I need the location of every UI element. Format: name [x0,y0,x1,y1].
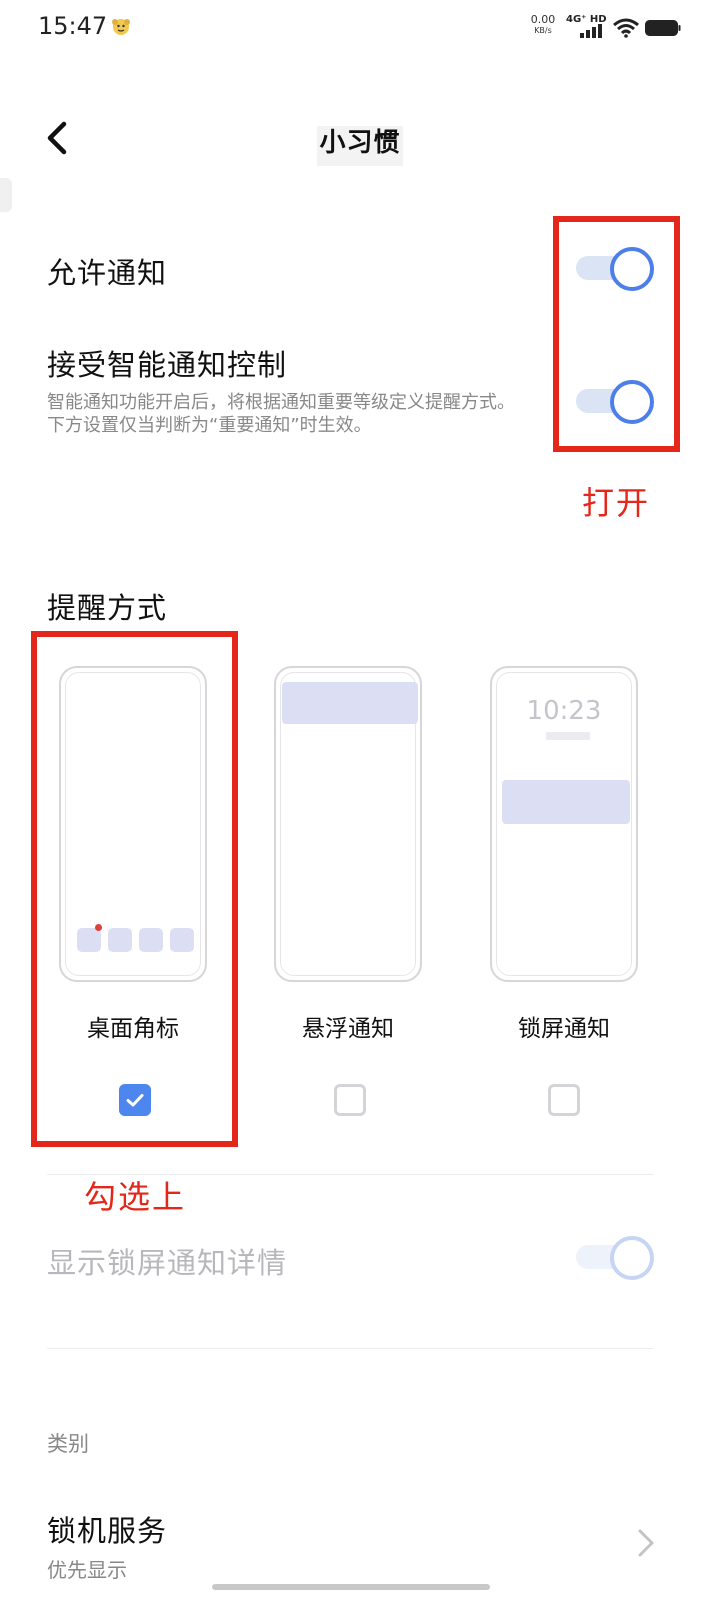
page-title-text: 小习惯 [317,126,403,166]
chevron-right-icon[interactable] [634,1525,658,1561]
annotation-box-badge [31,631,238,1147]
smart-control-description: 智能通知功能开启后，将根据通知重要等级定义提醒方式。下方设置仅当判断为“重要通知… [47,392,515,436]
annotation-open-text: 打开 [582,484,651,522]
option-label-lockscreen: 锁屏通知 [518,1016,610,1042]
side-edge-handle[interactable] [0,178,12,212]
page-title: 小习惯 [0,122,720,166]
lock-date [546,732,590,740]
divider [47,1174,653,1175]
annotation-box-toggles [553,216,680,452]
toggle-knob [610,1236,654,1280]
net-speed: 0.00 KB/s [528,14,558,36]
checkbox-lockscreen[interactable] [548,1084,580,1116]
lockscreen-banner [502,780,630,824]
lock-time: 10:23 [526,696,602,726]
reminder-section-title: 提醒方式 [47,591,168,625]
annotation-check-text: 勾选上 [84,1178,187,1216]
lockscreen-details-toggle[interactable] [576,1236,654,1280]
divider [47,1348,653,1349]
net-speed-unit: KB/s [534,26,552,35]
sheep-emoji-icon [112,19,130,35]
checkbox-floating[interactable] [334,1084,366,1116]
net-speed-value: 0.00 [530,13,556,26]
floating-banner [282,682,418,724]
signal-icon [580,24,602,38]
category-header: 类别 [47,1432,89,1456]
floating-preview[interactable] [274,666,422,982]
smart-control-label: 接受智能通知控制 [47,348,288,382]
status-time: 15:47 [38,12,108,40]
category-item-label[interactable]: 锁机服务 [47,1508,167,1550]
allow-notification-label: 允许通知 [47,256,168,290]
lockscreen-preview[interactable]: 10:23 [490,666,638,982]
wifi-icon [613,18,639,38]
option-label-floating: 悬浮通知 [302,1016,394,1042]
home-indicator[interactable] [212,1584,490,1590]
category-item-sub: 优先显示 [47,1558,127,1582]
battery-icon [645,20,681,36]
lockscreen-details-label: 显示锁屏通知详情 [47,1246,288,1280]
